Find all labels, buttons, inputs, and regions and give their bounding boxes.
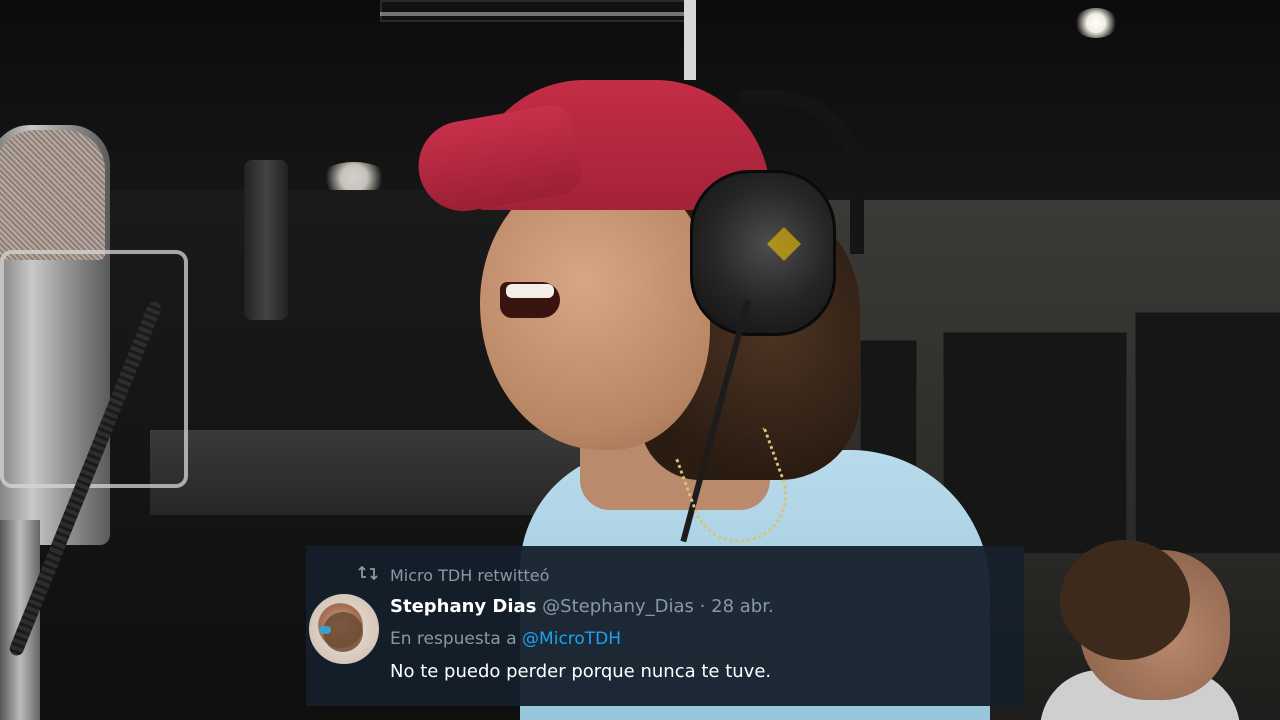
ceiling-beam <box>380 12 690 16</box>
ceiling-light <box>1074 8 1118 38</box>
avatar[interactable] <box>307 592 381 666</box>
headphone-cup <box>690 170 836 336</box>
ceiling-panel <box>380 0 694 22</box>
tweet-date[interactable]: 28 abr. <box>711 596 774 617</box>
background-person-hair <box>1060 540 1190 660</box>
tweet-header: Stephany Dias @Stephany_Dias · 28 abr. <box>390 596 774 617</box>
display-name[interactable]: Stephany Dias <box>390 596 536 617</box>
pop-filter-clip <box>244 160 288 320</box>
reply-mention-link[interactable]: @MicroTDH <box>522 629 621 649</box>
tweet-overlay: Micro TDH retwitteó Stephany Dias @Steph… <box>306 546 1024 706</box>
separator: · <box>699 596 706 617</box>
retweet-icon <box>358 565 380 586</box>
reply-context: En respuesta a @MicroTDH <box>390 629 621 649</box>
singer-mouth <box>500 282 560 318</box>
retweeted-by-label[interactable]: Micro TDH retwitteó <box>390 566 549 585</box>
tweet-text: No te puedo perder porque nunca te tuve. <box>390 661 772 682</box>
acoustic-panel <box>1135 312 1280 554</box>
microphone-grille <box>0 130 105 260</box>
reply-prefix: En respuesta a <box>390 629 517 649</box>
user-handle[interactable]: @Stephany_Dias <box>542 596 694 617</box>
retweet-row: Micro TDH retwitteó <box>358 565 549 586</box>
